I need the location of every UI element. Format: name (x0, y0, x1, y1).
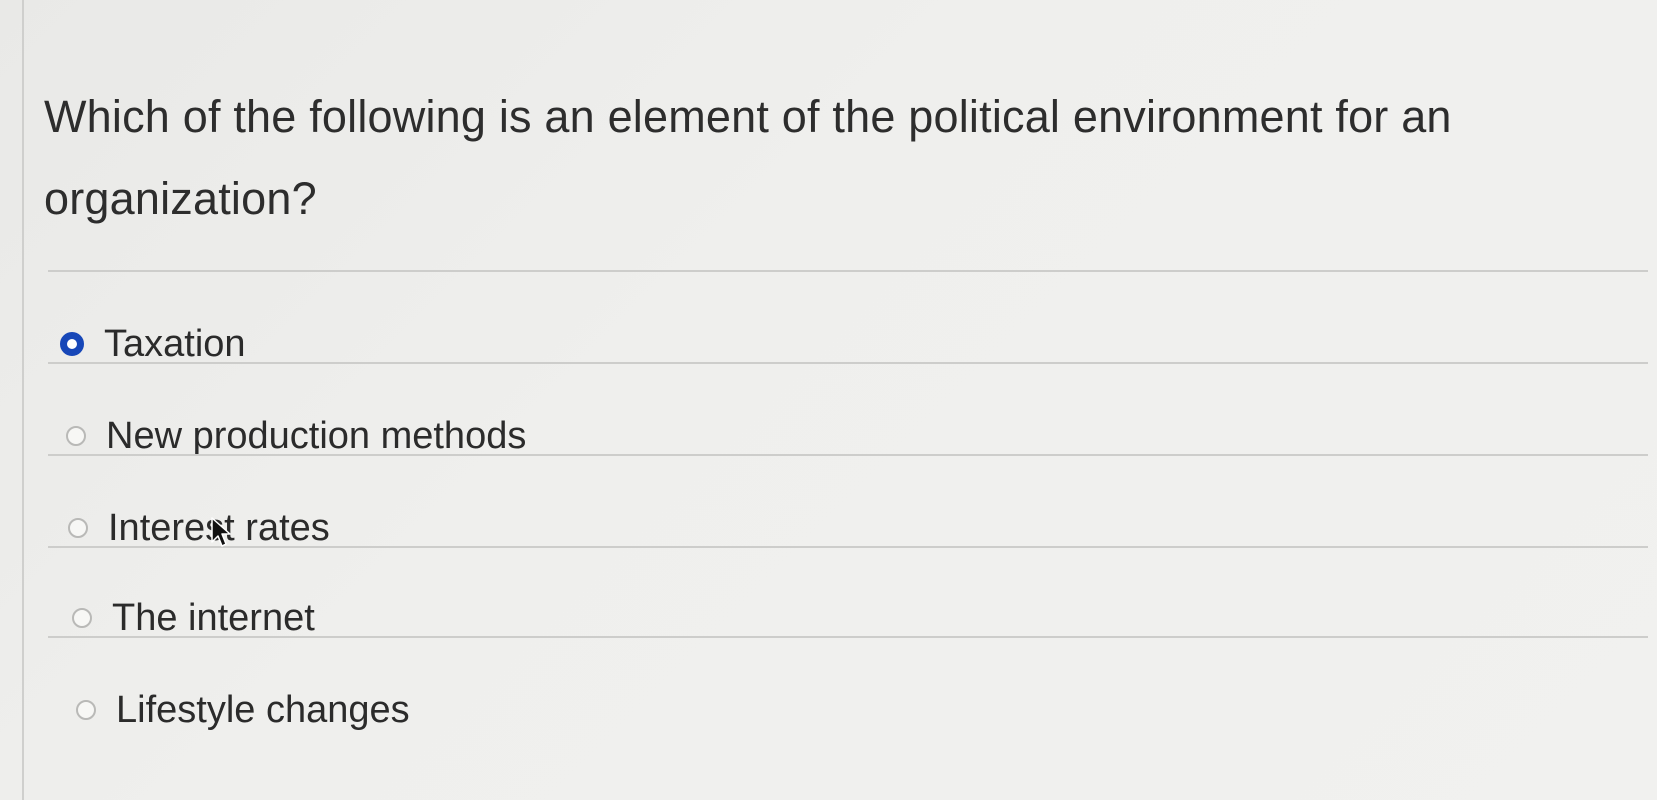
divider (48, 362, 1648, 364)
radio-button-selected[interactable] (60, 332, 84, 356)
answer-option-taxation[interactable]: Taxation (60, 314, 246, 374)
answer-option-new-production-methods[interactable]: New production methods (66, 406, 526, 466)
quiz-question-card: Which of the following is an element of … (24, 0, 1657, 800)
question-text: Which of the following is an element of … (44, 91, 1452, 224)
radio-button[interactable] (76, 700, 96, 720)
radio-button[interactable] (68, 518, 88, 538)
divider (48, 270, 1648, 272)
answer-label: New production methods (106, 414, 527, 457)
divider (48, 636, 1648, 638)
radio-button[interactable] (66, 426, 86, 446)
answer-option-the-internet[interactable]: The internet (72, 588, 315, 648)
radio-button[interactable] (72, 608, 92, 628)
answer-option-lifestyle-changes[interactable]: Lifestyle changes (76, 680, 410, 740)
answer-label: The internet (112, 596, 315, 639)
divider (48, 454, 1648, 456)
answer-label: Lifestyle changes (116, 688, 410, 731)
divider (48, 546, 1648, 548)
mouse-pointer-icon (211, 517, 231, 547)
answer-label: Taxation (104, 322, 246, 365)
answer-option-interest-rates[interactable]: Interest rates (68, 498, 330, 558)
